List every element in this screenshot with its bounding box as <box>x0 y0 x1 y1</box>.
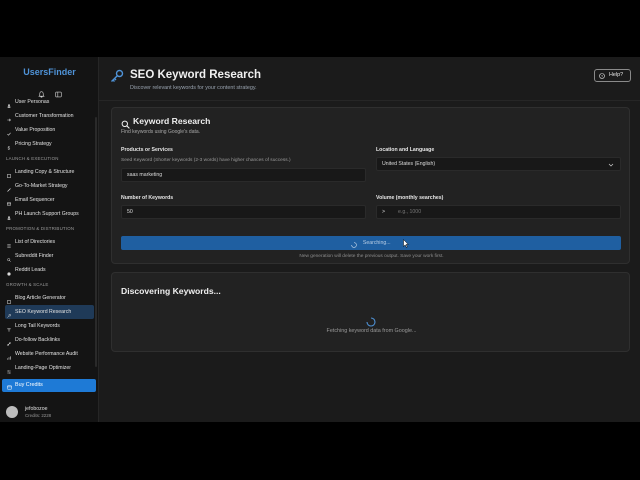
user-credits: Credits: 2228 <box>25 413 52 418</box>
bell-icon[interactable] <box>38 85 45 98</box>
sidebar-item-long-tail[interactable]: Long Tail Keywords <box>5 319 94 333</box>
form-title: Keyword Research <box>133 116 211 126</box>
layout-icon <box>7 170 11 178</box>
products-label: Products or Services <box>121 147 173 153</box>
search-icon <box>7 254 11 262</box>
generation-warning: New generation will delete the previous … <box>299 254 444 259</box>
check-icon <box>7 128 11 136</box>
user-name: jefobozoe <box>25 406 48 412</box>
help-circle-icon: ? <box>599 72 605 79</box>
chart-icon <box>7 352 11 360</box>
arrow-right-icon <box>7 114 11 122</box>
sidebar-item-landing-copy[interactable]: Landing Copy & Structure <box>5 165 94 179</box>
sidebar-item-subreddit-finder[interactable]: Subreddit Finder <box>5 249 94 263</box>
sidebar-item-ph-launch[interactable]: PH Launch Support Groups <box>5 207 94 221</box>
key-icon <box>110 69 124 83</box>
form-subtitle: Find keywords using Google's data. <box>121 129 201 135</box>
sidebar-scrollbar[interactable] <box>95 117 97 367</box>
results-status: Fetching keyword data from Google... <box>326 328 417 334</box>
sidebar-item-landing-optimizer[interactable]: Landing-Page Optimizer <box>5 361 94 375</box>
sidebar-item-directories[interactable]: List of Directories <box>5 235 94 249</box>
svg-text:?: ? <box>601 74 603 78</box>
mouse-cursor-icon <box>403 235 409 248</box>
volume-field: > e.g., 1000 <box>376 205 621 219</box>
seed-keyword-input[interactable]: saas marketing <box>121 168 366 182</box>
page-header: SEO Keyword Research Discover relevant k… <box>99 57 640 101</box>
location-label: Location and Language <box>376 147 435 153</box>
sidebar-item-blog-generator[interactable]: Blog Article Generator <box>5 291 94 305</box>
avatar <box>6 406 18 418</box>
rocket-icon <box>7 184 11 192</box>
sidebar-item-go-to-market[interactable]: Go-To-Market Strategy <box>5 179 94 193</box>
buy-credits-button[interactable]: Buy Credits <box>2 379 96 392</box>
page-title: SEO Keyword Research <box>130 69 262 81</box>
chevron-down-icon <box>608 161 614 167</box>
sidebar-nav: User Personas Customer Transformation Va… <box>0 97 99 389</box>
loading-spinner-icon <box>366 314 376 327</box>
page-subtitle: Discover relevant keywords for your cont… <box>130 85 257 91</box>
app-window: UsersFinder User Personas Customer Trans… <box>0 57 640 422</box>
volume-label: Volume (monthly searches) <box>376 195 444 201</box>
sidebar-item-pricing-strategy[interactable]: $ Pricing Strategy <box>5 137 94 151</box>
text-icon <box>7 324 11 332</box>
sidebar-item-performance-audit[interactable]: Website Performance Audit <box>5 347 94 361</box>
credit-card-icon <box>7 383 12 390</box>
dollar-icon: $ <box>7 142 11 151</box>
brand-logo[interactable]: UsersFinder <box>0 67 99 77</box>
keyword-count-input[interactable]: 50 <box>121 205 366 219</box>
section-heading-growth: Growth & Scale <box>6 282 49 287</box>
sidebar-toggle-icon[interactable] <box>55 85 62 98</box>
section-heading-launch: Launch & Execution <box>6 156 59 161</box>
seed-keyword-hint: Seed Keyword (Shorter keywords (2-3 word… <box>121 158 291 163</box>
sidebar-item-value-proposition[interactable]: Value Proposition <box>5 123 94 137</box>
list-icon <box>7 240 11 248</box>
results-title: Discovering Keywords... <box>121 286 221 296</box>
spinner-icon <box>351 240 358 248</box>
search-icon <box>121 116 130 129</box>
keyword-research-form: Keyword Research Find keywords using Goo… <box>111 107 630 264</box>
location-select[interactable]: United States (English) <box>376 157 621 171</box>
reddit-icon <box>7 268 11 276</box>
sidebar-item-backlinks[interactable]: Do-follow Backlinks <box>5 333 94 347</box>
sidebar-item-seo-keyword-research[interactable]: SEO Keyword Research <box>5 305 94 319</box>
help-button[interactable]: ? Help? <box>594 69 631 82</box>
link-icon <box>7 338 11 346</box>
key-icon <box>7 310 11 318</box>
section-heading-promotion: Promotion & Distribution <box>6 226 75 231</box>
svg-text:$: $ <box>8 146 11 150</box>
count-label: Number of Keywords <box>121 195 174 201</box>
users-icon <box>7 100 11 108</box>
user-profile[interactable]: jefobozoe Credits: 2228 <box>6 406 96 420</box>
search-button[interactable]: Searching... <box>121 236 621 250</box>
results-panel: Discovering Keywords... Fetching keyword… <box>111 272 630 352</box>
document-icon <box>7 296 11 304</box>
volume-input[interactable]: e.g., 1000 <box>398 206 421 218</box>
sidebar-item-user-personas[interactable]: User Personas <box>5 97 94 109</box>
users-icon <box>7 212 11 220</box>
sidebar-item-email-sequencer[interactable]: Email Sequencer <box>5 193 94 207</box>
mail-icon <box>7 198 11 206</box>
volume-operator-select[interactable]: > <box>382 206 385 218</box>
sidebar: UsersFinder User Personas Customer Trans… <box>0 57 99 422</box>
sliders-icon <box>7 366 11 374</box>
main-content: SEO Keyword Research Discover relevant k… <box>99 57 640 422</box>
sidebar-item-reddit-leads[interactable]: Reddit Leads <box>5 263 94 277</box>
sidebar-item-customer-transformation[interactable]: Customer Transformation <box>5 109 94 123</box>
